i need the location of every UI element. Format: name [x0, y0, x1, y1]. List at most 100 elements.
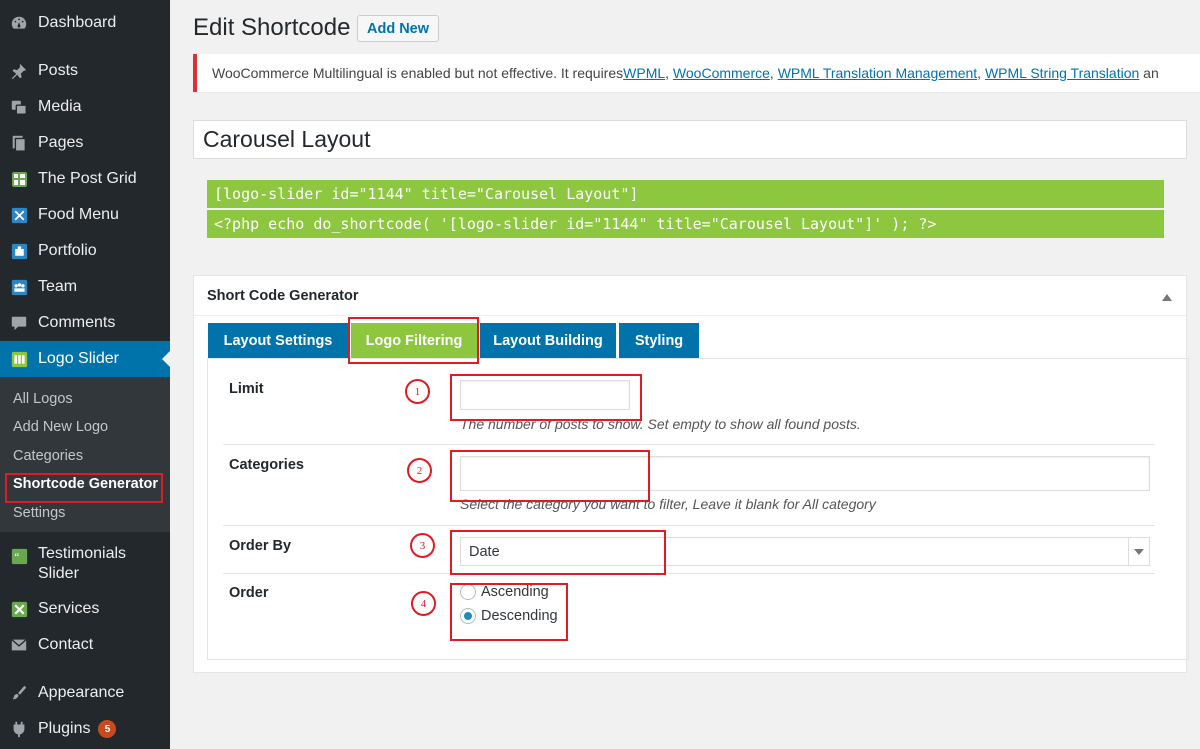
submenu-categories[interactable]: Categories: [13, 448, 83, 464]
dropdown-arrow-box[interactable]: [1128, 538, 1149, 565]
order-option-descending[interactable]: Descending: [460, 608, 558, 624]
field-divider: [223, 573, 1155, 574]
limit-description: The number of posts to show. Set empty t…: [460, 416, 861, 432]
active-indicator: [162, 351, 170, 367]
admin-sidebar: Dashboard Posts Media Pages The Post Gri…: [0, 0, 170, 749]
brush-icon: [9, 683, 29, 703]
order-label: Order: [229, 585, 269, 601]
categories-input[interactable]: [460, 456, 1150, 491]
comments-icon: [9, 313, 29, 333]
menu-media[interactable]: Media: [0, 89, 170, 125]
notice-separator: ,: [977, 65, 985, 81]
menu-label: Food Menu: [38, 206, 119, 223]
metabox-title: Short Code Generator: [207, 287, 359, 304]
tab-logo-filtering[interactable]: Logo Filtering: [351, 323, 477, 358]
radio-button-checked[interactable]: [460, 608, 476, 624]
menu-pages[interactable]: Pages: [0, 125, 170, 161]
menu-label: Comments: [38, 314, 116, 331]
grid-icon: [9, 169, 29, 189]
tab-styling[interactable]: Styling: [619, 323, 699, 358]
annotation-number: 4: [411, 591, 436, 616]
menu-plugins[interactable]: Plugins 5: [0, 711, 170, 747]
menu-label: Portfolio: [38, 242, 97, 259]
logo-slider-icon: [9, 349, 29, 369]
update-count-badge: 5: [98, 720, 117, 738]
submenu-add-new-logo[interactable]: Add New Logo: [13, 419, 108, 435]
field-divider: [223, 525, 1155, 526]
svg-text:“: “: [14, 551, 19, 563]
annotation-number: 2: [407, 458, 432, 483]
notice-link-wpml[interactable]: WPML: [623, 65, 665, 81]
order-by-select[interactable]: Date: [460, 537, 1150, 566]
categories-label: Categories: [229, 457, 304, 473]
portfolio-icon: [9, 241, 29, 261]
menu-dashboard[interactable]: Dashboard: [0, 5, 170, 41]
menu-appearance[interactable]: Appearance: [0, 675, 170, 711]
menu-label: Dashboard: [38, 14, 117, 31]
menu-the-post-grid[interactable]: The Post Grid: [0, 161, 170, 197]
php-shortcode-display[interactable]: <?php echo do_shortcode( '[logo-slider i…: [207, 210, 1164, 238]
menu-label: Logo Slider: [38, 350, 119, 367]
collapse-toggle-icon[interactable]: [1162, 294, 1172, 301]
menu-comments[interactable]: Comments: [0, 305, 170, 341]
notice-link-wpml-translation[interactable]: WPML Translation Management: [778, 65, 977, 81]
dashboard-icon: [9, 13, 29, 33]
admin-notice: WooCommerce Multilingual is enabled but …: [193, 54, 1200, 92]
team-icon: [9, 277, 29, 297]
radio-button[interactable]: [460, 584, 476, 600]
page-title: Edit Shortcode: [193, 14, 351, 41]
categories-description: Select the category you want to filter, …: [460, 496, 876, 512]
menu-posts[interactable]: Posts: [0, 53, 170, 89]
post-title-input[interactable]: Carousel Layout: [193, 120, 1187, 159]
add-new-button[interactable]: Add New: [357, 15, 440, 42]
order-by-selected: Date: [469, 543, 500, 560]
submenu-settings[interactable]: Settings: [13, 505, 65, 521]
notice-tail: an: [1139, 65, 1159, 81]
services-icon: [9, 599, 29, 619]
menu-portfolio[interactable]: Portfolio: [0, 233, 170, 269]
pages-icon: [9, 133, 29, 153]
notice-link-wpml-string[interactable]: WPML String Translation: [985, 65, 1139, 81]
menu-label-line2: Slider: [38, 565, 79, 582]
food-menu-icon: [9, 205, 29, 225]
menu-services[interactable]: Services: [0, 591, 170, 627]
limit-input[interactable]: [460, 380, 630, 410]
menu-food-menu[interactable]: Food Menu: [0, 197, 170, 233]
annotation-number: 3: [410, 533, 435, 558]
notice-separator: ,: [769, 65, 778, 81]
media-icon: [9, 97, 29, 117]
chevron-down-icon: [1134, 548, 1144, 555]
annotation-number: 1: [405, 379, 430, 404]
order-by-label: Order By: [229, 538, 292, 554]
menu-contact[interactable]: Contact: [0, 627, 170, 663]
menu-logo-slider[interactable]: Logo Slider: [0, 341, 170, 377]
menu-team[interactable]: Team: [0, 269, 170, 305]
menu-label: Services: [38, 600, 100, 617]
tab-layout-settings[interactable]: Layout Settings: [208, 323, 348, 358]
logo-slider-submenu: All Logos Add New Logo Categories Shortc…: [0, 377, 170, 532]
radio-label: Descending: [481, 608, 558, 624]
mail-icon: [9, 635, 29, 655]
submenu-all-logos[interactable]: All Logos: [13, 391, 73, 407]
menu-label: Testimonials: [38, 545, 127, 562]
menu-label: Media: [38, 98, 82, 115]
testimonials-icon: “: [9, 546, 29, 566]
notice-separator: ,: [665, 65, 673, 81]
menu-label: The Post Grid: [38, 170, 137, 187]
menu-label: Plugins: [38, 720, 91, 737]
menu-testimonials-slider[interactable]: “ Testimonials Slider: [0, 544, 170, 586]
menu-label: Posts: [38, 62, 79, 79]
field-divider: [223, 444, 1155, 445]
pin-icon: [9, 61, 29, 81]
submenu-shortcode-generator[interactable]: Shortcode Generator: [13, 476, 158, 492]
notice-text: WooCommerce Multilingual is enabled but …: [212, 65, 624, 81]
menu-label: Contact: [38, 636, 94, 653]
tab-layout-building[interactable]: Layout Building: [480, 323, 616, 358]
notice-link-woocommerce[interactable]: WooCommerce: [673, 65, 770, 81]
order-option-ascending[interactable]: Ascending: [460, 584, 549, 600]
plug-icon: [9, 719, 29, 739]
shortcode-display[interactable]: [logo-slider id="1144" title="Carousel L…: [207, 180, 1164, 208]
menu-label: Team: [38, 278, 78, 295]
menu-label: Pages: [38, 134, 84, 151]
metabox-header[interactable]: Short Code Generator: [194, 276, 1186, 316]
